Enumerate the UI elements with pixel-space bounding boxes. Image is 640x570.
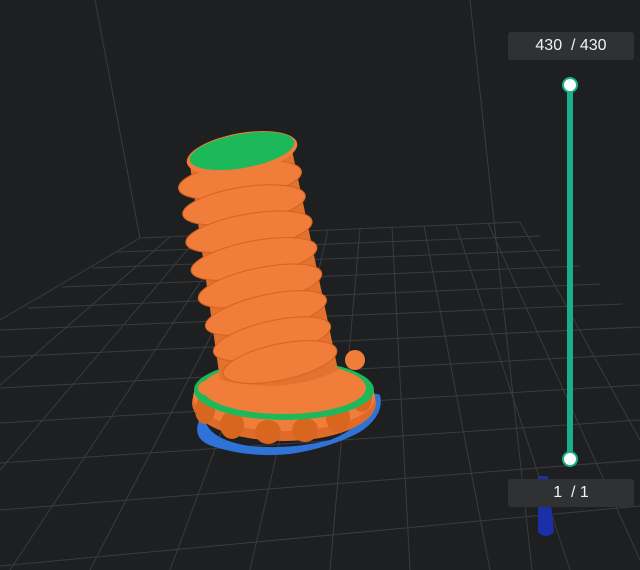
layer-slider-top-handle[interactable] bbox=[562, 77, 578, 93]
3d-preview-viewport[interactable]: 430 / 430 1 / 1 bbox=[0, 0, 640, 570]
layer-range-bottom-label: 1 / 1 bbox=[508, 479, 634, 507]
layer-range-top-label: 430 / 430 bbox=[508, 32, 634, 60]
layer-slider-bottom-handle[interactable] bbox=[562, 451, 578, 467]
layer-slider-track[interactable] bbox=[567, 84, 573, 458]
